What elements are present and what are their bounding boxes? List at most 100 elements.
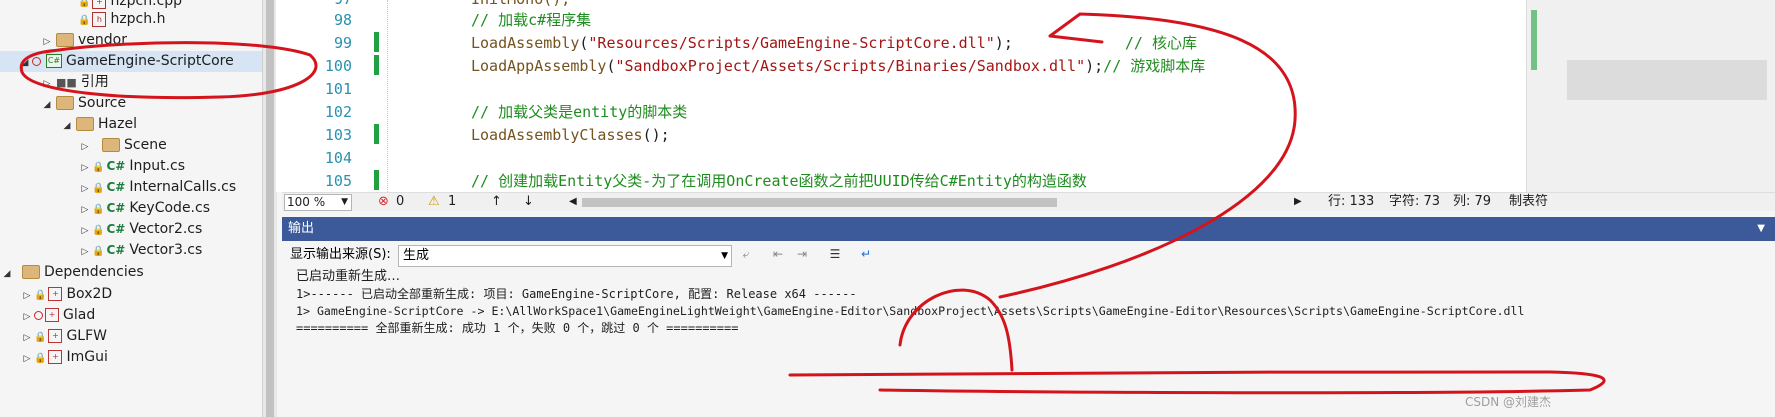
tree-item-dependencies[interactable]: ◢ Dependencies bbox=[0, 262, 144, 283]
chevron-right-icon[interactable]: ▷ bbox=[40, 74, 54, 95]
chevron-down-icon[interactable]: ◢ bbox=[60, 116, 74, 137]
output-text[interactable]: 已启动重新生成… 1>------ 已启动全部重新生成: 项目: GameEng… bbox=[282, 268, 1775, 417]
code-function: LoadAssembly bbox=[471, 34, 580, 52]
header-file-icon: h bbox=[92, 11, 107, 27]
chevron-right-icon[interactable]: ▷ bbox=[78, 200, 92, 221]
chevron-right-icon[interactable]: ▷ bbox=[40, 32, 54, 53]
tree-item-references[interactable]: ▷ ■■ 引用 bbox=[40, 72, 109, 93]
change-marker bbox=[374, 32, 379, 52]
tree-item-vector2-cs[interactable]: ▷ 🔒 C# Vector2.cs bbox=[78, 219, 203, 242]
editor-status-bar: 100 % ▼ ⊗ 0 ⚠ 1 ↑ ↓ ◀ ▶ 行: 133 字符: 73 列: … bbox=[282, 192, 1775, 211]
output-line: 1> GameEngine-ScriptCore -> E:\AllWorkSp… bbox=[296, 304, 1525, 318]
library-project-icon: + bbox=[48, 287, 63, 301]
code-minimap[interactable] bbox=[1526, 0, 1775, 192]
cpp-file-icon: + bbox=[92, 0, 107, 9]
clear-all-icon[interactable]: ☰ bbox=[827, 247, 843, 261]
tree-item-vendor[interactable]: ▷ vendor bbox=[40, 30, 127, 51]
chevron-right-icon[interactable]: ▷ bbox=[78, 137, 92, 158]
tree-item-glad[interactable]: ▷ + Glad bbox=[20, 305, 96, 328]
change-marker bbox=[374, 124, 379, 144]
code-comment: // 游戏脚本库 bbox=[1103, 57, 1206, 75]
tree-item-label: Glad bbox=[63, 307, 96, 323]
down-arrow-icon[interactable]: ↓ bbox=[523, 193, 534, 211]
tree-item-label: vendor bbox=[78, 32, 127, 48]
chevron-right-icon[interactable]: ▷ bbox=[20, 328, 34, 349]
tree-item-imgui[interactable]: ▷ 🔒 + ImGui bbox=[20, 347, 108, 368]
tree-item-glfw[interactable]: ▷ 🔒 + GLFW bbox=[20, 326, 107, 347]
error-icon[interactable]: ⊗ bbox=[378, 193, 389, 211]
next-message-icon[interactable]: ⇥ bbox=[794, 247, 810, 261]
output-title: 输出 bbox=[288, 221, 315, 236]
tree-item-hzpch-h[interactable]: 🔒 h hzpch.h bbox=[78, 9, 165, 30]
line-indicator: 行: 133 bbox=[1328, 194, 1375, 209]
warning-icon[interactable]: ⚠ bbox=[428, 193, 440, 211]
zoom-select[interactable]: 100 % ▼ bbox=[284, 194, 352, 211]
csharp-file-icon: C# bbox=[106, 243, 126, 257]
minimap-change-marker bbox=[1531, 10, 1537, 70]
chevron-right-icon[interactable]: ▷ bbox=[20, 307, 34, 328]
tree-item-label: GameEngine-ScriptCore bbox=[66, 53, 234, 69]
tab-indicator[interactable]: 制表符 bbox=[1509, 193, 1548, 211]
tree-item-source[interactable]: ◢ Source bbox=[40, 93, 127, 116]
output-source-select[interactable]: 生成 ▼ bbox=[398, 245, 732, 267]
tree-item-label: hzpch.cpp bbox=[110, 0, 183, 9]
output-line: 1>------ 已启动全部重新生成: 项目: GameEngine-Scrip… bbox=[296, 287, 857, 301]
up-arrow-icon[interactable]: ↑ bbox=[491, 193, 502, 211]
solution-explorer-scrollbar[interactable] bbox=[262, 0, 277, 417]
code-string: "SandboxProject/Assets/Scripts/Binaries/… bbox=[615, 57, 1086, 75]
tree-item-box2d[interactable]: ▷ 🔒 + Box2D bbox=[20, 284, 113, 307]
tree-item-label: hzpch.h bbox=[110, 11, 166, 27]
chevron-right-icon[interactable]: ▷ bbox=[20, 349, 34, 370]
horizontal-scrollbar-thumb[interactable] bbox=[582, 198, 1057, 207]
chevron-right-icon[interactable]: ▷ bbox=[78, 242, 92, 263]
tree-item-input-cs[interactable]: ▷ 🔒 C# Input.cs bbox=[78, 156, 186, 179]
tree-item-internalcalls-cs[interactable]: ▷ 🔒 C# InternalCalls.cs bbox=[78, 177, 237, 200]
tree-item-keycode-cs[interactable]: ▷ 🔒 C# KeyCode.cs bbox=[78, 198, 210, 219]
tree-item-scene[interactable]: ▷ Scene bbox=[78, 135, 167, 156]
chevron-right-icon[interactable]: ▷ bbox=[20, 286, 34, 307]
zoom-value: 100 % bbox=[287, 195, 326, 209]
output-source-value: 生成 bbox=[403, 248, 430, 263]
csharp-file-icon: C# bbox=[106, 159, 126, 173]
line-number: 100 bbox=[324, 57, 352, 75]
code-comment: // 核心库 bbox=[1124, 34, 1197, 52]
char-indicator: 字符: 73 bbox=[1389, 194, 1441, 209]
tree-item-gameengine-scriptcore[interactable]: ◢ C# GameEngine-ScriptCore bbox=[0, 51, 262, 72]
tree-item-label: Source bbox=[78, 95, 127, 111]
chevron-right-icon[interactable]: ▷ bbox=[78, 179, 92, 200]
chevron-down-icon[interactable]: ▼ bbox=[1757, 217, 1765, 241]
tree-item-vector3-cs[interactable]: ▷ 🔒 C# Vector3.cs bbox=[78, 240, 203, 263]
status-circle-icon bbox=[32, 56, 41, 66]
library-project-icon: + bbox=[48, 329, 63, 343]
output-source-label: 显示输出来源(S): bbox=[290, 247, 391, 262]
chevron-down-icon[interactable]: ◢ bbox=[18, 53, 32, 74]
csharp-project-icon: C# bbox=[46, 54, 62, 68]
warning-count[interactable]: 1 bbox=[448, 193, 456, 211]
line-number: 103 bbox=[324, 126, 352, 144]
chevron-down-icon[interactable]: ◢ bbox=[40, 95, 54, 116]
folder-icon bbox=[22, 265, 40, 279]
previous-message-icon[interactable]: ⇤ bbox=[770, 247, 786, 261]
line-number: 101 bbox=[324, 80, 352, 98]
tree-item-label: Box2D bbox=[66, 286, 113, 302]
lock-icon: 🔒 bbox=[92, 225, 105, 236]
code-punct: ); bbox=[994, 34, 1013, 52]
scrollbar-thumb[interactable] bbox=[266, 0, 274, 417]
chevron-right-icon[interactable]: ▷ bbox=[78, 158, 92, 179]
tree-item-label: Vector3.cs bbox=[129, 242, 203, 258]
scroll-left-icon[interactable]: ◀ bbox=[569, 193, 577, 211]
chevron-down-icon[interactable]: ◢ bbox=[0, 264, 14, 285]
lock-icon: 🔒 bbox=[92, 183, 105, 194]
line-number: 105 bbox=[324, 172, 352, 190]
goto-location-icon[interactable]: ⤶ bbox=[738, 247, 754, 261]
error-count[interactable]: 0 bbox=[396, 193, 404, 211]
scroll-right-icon[interactable]: ▶ bbox=[1294, 193, 1302, 211]
chevron-right-icon[interactable]: ▷ bbox=[78, 221, 92, 242]
word-wrap-icon[interactable]: ↵ bbox=[858, 247, 874, 261]
minimap-viewport[interactable] bbox=[1567, 60, 1767, 100]
library-project-icon: + bbox=[45, 308, 59, 322]
code-editor[interactable]: 97 InitMono(); 98 // 加载c#程序集 99 LoadAsse… bbox=[276, 0, 1526, 192]
tree-item-hazel[interactable]: ◢ Hazel bbox=[60, 114, 137, 135]
output-pane-header: 输出 ▼ bbox=[282, 217, 1775, 241]
csharp-file-icon: C# bbox=[106, 201, 126, 215]
